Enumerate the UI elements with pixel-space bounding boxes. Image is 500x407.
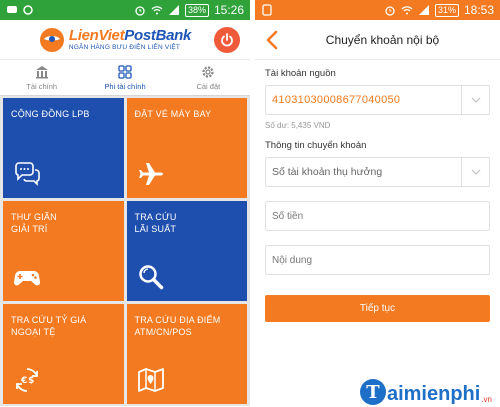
watermark-logo-mark: T xyxy=(359,379,386,405)
currency-exchange-icon: € $ xyxy=(16,368,38,392)
notification-icon xyxy=(23,5,33,15)
beneficiary-account-placeholder: Số tài khoản thụ hưởng xyxy=(272,166,383,178)
messenger-icon xyxy=(7,6,17,13)
dropdown-caret[interactable] xyxy=(461,158,489,186)
tile-label: TRA CỨU TỶ GIÁ NGOẠI TỆ xyxy=(11,315,87,337)
transfer-form: Tài khoản nguồn 41031030008677040050 Số … xyxy=(255,60,500,322)
tile-book-flight[interactable]: ĐẶT VÉ MÁY BAY xyxy=(126,98,247,198)
watermark-text: aimienphi xyxy=(386,383,481,405)
tile-label: CỘNG ĐỒNG LPB xyxy=(11,109,90,119)
chat-bubbles-icon xyxy=(15,162,40,186)
beneficiary-account-select[interactable]: Số tài khoản thụ hưởng xyxy=(265,157,490,187)
source-account-select[interactable]: 41031030008677040050 xyxy=(265,85,490,115)
signal-icon xyxy=(168,5,179,15)
tab-settings[interactable]: Cài đặt xyxy=(167,60,250,95)
tile-atm-locator[interactable]: TRA CỨU ĐỊA ĐIỂM ATM/CN/POS xyxy=(126,304,247,404)
map-icon xyxy=(137,368,164,392)
source-account-label: Tài khoản nguồn xyxy=(265,68,336,79)
page-header: Chuyển khoản nội bộ xyxy=(255,20,500,60)
tab-non-finance[interactable]: Phi tài chính xyxy=(83,60,166,95)
airplane-icon xyxy=(138,163,163,185)
back-arrow-icon[interactable] xyxy=(263,29,283,51)
tab-finance-label: Tài chính xyxy=(26,82,58,91)
right-phone-screen: 31% 18:53 Chuyển khoản nội bộ Tài khoản … xyxy=(255,0,500,407)
status-time: 18:53 xyxy=(463,3,494,17)
power-icon xyxy=(221,33,233,47)
tab-finance[interactable]: Tài chính xyxy=(0,60,83,95)
chevron-down-icon xyxy=(471,97,480,103)
tile-label: THƯ GIÃN GIẢI TRÍ xyxy=(11,212,57,234)
status-bar: 38% 15:26 xyxy=(0,0,250,20)
gamepad-icon xyxy=(13,271,41,286)
grid-icon xyxy=(118,65,132,79)
tile-exchange-rate[interactable]: TRA CỨU TỶ GIÁ NGOẠI TỆ € $ xyxy=(3,304,124,404)
watermark-domain: .vn xyxy=(481,395,492,404)
logo-brand-a: LienViet xyxy=(68,26,125,44)
tile-interest-rate[interactable]: TRA CỨU LÃI SUẤT xyxy=(126,201,247,301)
account-balance: Số dư: 5,435 VND xyxy=(265,121,331,130)
magnifier-icon xyxy=(138,265,163,290)
service-tile-grid: CỘNG ĐỒNG LPB ĐẶT VÉ MÁY BAY THƯ GIÃN GI… xyxy=(0,96,250,406)
logo-tagline: NGÂN HÀNG BƯU ĐIỆN LIÊN VIỆT xyxy=(68,43,181,51)
chevron-down-icon xyxy=(471,169,480,175)
bank-icon xyxy=(35,66,48,79)
wifi-icon xyxy=(401,6,413,15)
content-field[interactable]: Nội dung xyxy=(265,245,490,275)
signal-icon xyxy=(418,5,429,15)
dropdown-caret[interactable] xyxy=(461,86,489,114)
status-bar: 31% 18:53 xyxy=(255,0,500,20)
amount-field[interactable]: Số tiền xyxy=(265,201,490,231)
battery-indicator: 31% xyxy=(434,3,459,17)
tile-label: TRA CỨU LÃI SUẤT xyxy=(134,212,177,234)
gear-icon xyxy=(202,66,214,78)
transfer-info-label: Thông tin chuyển khoản xyxy=(265,140,367,151)
screenshot-stage: 38% 15:26 LienVietPostBank NGÂN HÀNG BƯU… xyxy=(0,0,500,407)
tile-lpb-community[interactable]: CỘNG ĐỒNG LPB xyxy=(3,98,124,198)
tile-label: TRA CỨU ĐỊA ĐIỂM ATM/CN/POS xyxy=(134,315,221,337)
taimienphi-watermark: T aimienphi .vn xyxy=(359,379,492,405)
tab-settings-label: Cài đặt xyxy=(196,82,221,91)
tile-entertainment[interactable]: THƯ GIÃN GIẢI TRÍ xyxy=(3,201,124,301)
lienvietpostbank-logo: LienVietPostBank NGÂN HÀNG BƯU ĐIỆN LIÊN… xyxy=(39,27,191,53)
app-notification-icon xyxy=(262,4,272,16)
battery-indicator: 38% xyxy=(184,3,209,17)
alarm-icon xyxy=(385,6,395,16)
continue-button[interactable]: Tiếp tục xyxy=(265,295,490,322)
tab-bar: Tài chính Phi tài chính Cài đặt xyxy=(0,60,250,96)
logo-brand-b: PostBank xyxy=(124,26,192,44)
page-title: Chuyển khoản nội bộ xyxy=(325,32,440,47)
bank-logo-icon xyxy=(39,27,64,52)
source-account-value: 41031030008677040050 xyxy=(272,94,401,106)
app-header: LienVietPostBank NGÂN HÀNG BƯU ĐIỆN LIÊN… xyxy=(0,20,250,60)
status-time: 15:26 xyxy=(213,3,244,17)
svg-text:€: € xyxy=(20,376,27,386)
svg-text:$: $ xyxy=(28,376,34,386)
alarm-icon xyxy=(135,6,145,16)
logout-button[interactable] xyxy=(214,27,240,53)
tile-label: ĐẶT VÉ MÁY BAY xyxy=(134,109,212,119)
wifi-icon xyxy=(151,6,163,15)
tab-non-finance-label: Phi tài chính xyxy=(104,82,146,91)
left-phone-screen: 38% 15:26 LienVietPostBank NGÂN HÀNG BƯU… xyxy=(0,0,250,407)
